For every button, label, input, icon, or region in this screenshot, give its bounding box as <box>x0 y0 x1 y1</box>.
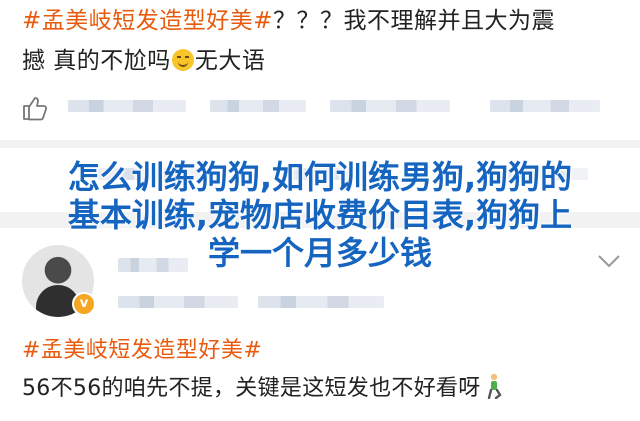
section-divider <box>0 140 640 148</box>
blurred-action-text <box>330 100 450 112</box>
blurred-username <box>118 258 188 272</box>
blurred-action-text <box>490 100 600 112</box>
post-text-line-1: #孟美岐短发造型好美#？？？我不理解并且大为震 <box>22 4 555 38</box>
comment-hashtag[interactable]: #孟美岐短发造型好美# <box>22 332 262 364</box>
overlay-caption-line: 学一个月多少钱 <box>207 234 432 272</box>
blurred-meta-text <box>118 296 238 308</box>
blurred-action-text <box>508 168 588 180</box>
blurred-action-text <box>210 100 306 112</box>
post-text-part: ？？？我不理解并且大为震 <box>273 8 556 34</box>
kneeling-person-emoji-icon <box>487 373 502 399</box>
blurred-action-text <box>68 100 186 112</box>
blurred-action-text <box>282 168 362 180</box>
blurred-meta-text <box>258 296 384 308</box>
post-text-part: 撼 真的不尬吗 <box>22 48 171 74</box>
comment-text-row: 56不56的咱先不提，关键是这短发也不好看呀 <box>22 370 503 402</box>
smiling-sweat-emoji-icon <box>171 49 194 71</box>
section-divider <box>0 212 640 228</box>
post-text-part: 无大语 <box>194 48 266 74</box>
post-text-line-2: 撼 真的不尬吗 无大语 <box>22 44 265 78</box>
action-bar <box>0 86 640 130</box>
post-hashtag[interactable]: #孟美岐短发造型好美# <box>22 8 273 34</box>
blurred-action-text <box>98 168 218 180</box>
chevron-down-icon[interactable] <box>596 252 622 270</box>
verified-badge-icon: v <box>72 292 96 316</box>
thumbs-up-icon[interactable] <box>20 94 48 122</box>
comment-text: 56不56的咱先不提，关键是这短发也不好看呀 <box>22 376 481 401</box>
